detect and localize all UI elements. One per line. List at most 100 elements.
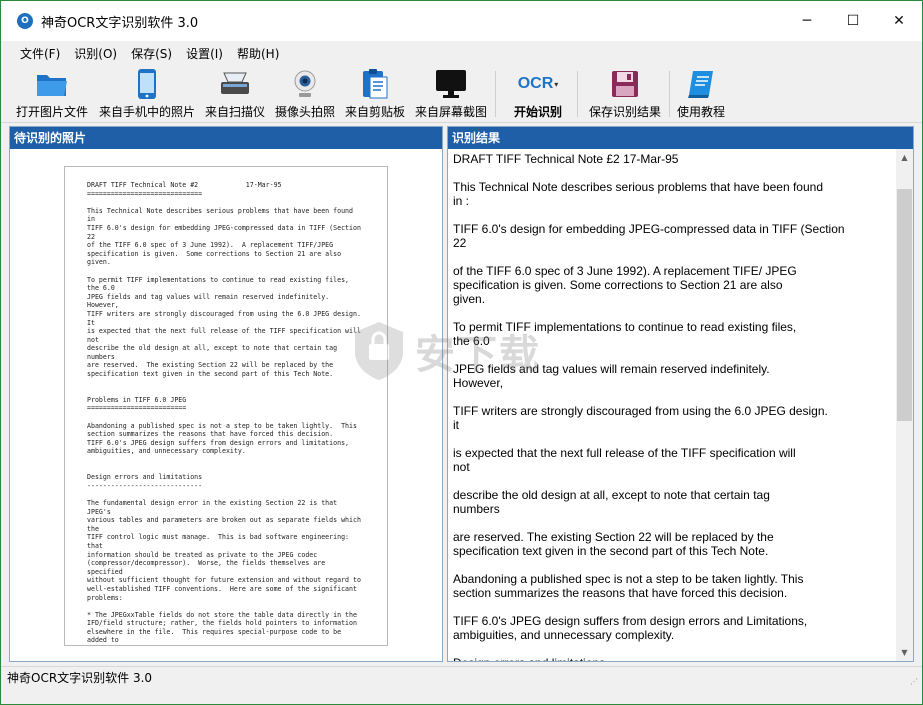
scan-text-line bbox=[87, 456, 367, 465]
scan-text-line: IFD/field structure; rather, the fields … bbox=[87, 619, 357, 628]
scan-text-line: given. bbox=[87, 258, 111, 267]
start-recognize-button[interactable]: OCR ▾ 开始识别 bbox=[507, 67, 569, 121]
result-text-area[interactable]: DRAFT TIFF Technical Note £2 17-Mar-95 T… bbox=[448, 149, 898, 661]
app-window: O 神奇OCR文字识别软件 3.0 ─ ☐ ✕ 文件(F) 识别(O) 保存(S… bbox=[0, 0, 923, 705]
menu-save[interactable]: 保存(S) bbox=[124, 45, 179, 62]
scan-text-line: *every* TIFF-manipulating application, w… bbox=[87, 645, 367, 646]
scan-text-line: ========================= bbox=[87, 404, 187, 413]
scroll-down-arrow-icon[interactable]: ▼ bbox=[896, 644, 913, 661]
scan-text-line: is expected that the next full release o… bbox=[87, 327, 361, 336]
scan-text-line: the bbox=[87, 524, 99, 533]
scroll-thumb[interactable] bbox=[897, 189, 912, 421]
result-text-line: Design errors and limitations bbox=[453, 656, 892, 661]
close-button[interactable]: ✕ bbox=[876, 1, 922, 41]
open-image-button[interactable]: 打开图片文件 bbox=[13, 67, 91, 121]
scan-text-line: However, bbox=[87, 301, 119, 310]
result-text-line: 22 bbox=[453, 236, 467, 250]
scan-text-line: TIFF writers are strongly discouraged fr… bbox=[87, 309, 361, 318]
tutorial-button[interactable]: 使用教程 bbox=[675, 67, 727, 121]
scan-text-line: Abandoning a published spec is not a ste… bbox=[87, 421, 357, 430]
menu-file[interactable]: 文件(F) bbox=[13, 45, 67, 62]
scan-text-line: JPEG fields and tag values will remain r… bbox=[87, 292, 330, 301]
result-text-line bbox=[453, 432, 892, 446]
result-text-line: is expected that the next full release o… bbox=[453, 446, 796, 460]
scan-text-line bbox=[87, 198, 367, 207]
source-panel-title: 待识别的照片 bbox=[10, 127, 442, 149]
save-result-button[interactable]: 保存识别结果 bbox=[587, 67, 663, 121]
scan-text-line: of the TIFF 6.0 spec of 3 June 1992). A … bbox=[87, 241, 334, 250]
result-text-line bbox=[453, 250, 892, 264]
scan-text-line: added to bbox=[87, 636, 119, 645]
scan-text-line: 22 bbox=[87, 232, 95, 241]
menu-recognize[interactable]: 识别(O) bbox=[67, 45, 124, 62]
result-text-line bbox=[453, 390, 892, 404]
scanner-button[interactable]: 来自扫描仪 bbox=[203, 67, 267, 121]
menu-bar: 文件(F) 识别(O) 保存(S) 设置(I) 帮助(H) bbox=[1, 41, 922, 65]
phone-photo-button[interactable]: 来自手机中的照片 bbox=[97, 67, 197, 121]
scan-text-line: ----------------------------- bbox=[87, 481, 203, 490]
resize-grip-icon[interactable]: ⋰ bbox=[910, 677, 918, 686]
status-bar: 神奇OCR文字识别软件 3.0 ⋰ bbox=[1, 666, 922, 688]
scan-text-line: This Technical Note describes serious pr… bbox=[87, 206, 353, 215]
monitor-icon bbox=[434, 67, 468, 101]
result-text-line: specification is given. Some corrections… bbox=[453, 278, 783, 292]
book-icon bbox=[684, 67, 718, 101]
tool-label: 开始识别 bbox=[513, 105, 562, 119]
save-icon bbox=[608, 67, 642, 101]
result-text-line bbox=[453, 474, 892, 488]
result-text-line: ambiguities, and unnecessary complexity. bbox=[453, 628, 675, 642]
ocr-icon: OCR ▾ bbox=[517, 75, 559, 92]
result-text-line: This Technical Note describes serious pr… bbox=[453, 180, 823, 194]
scan-text-line: not bbox=[87, 335, 99, 344]
tool-label: 来自剪贴板 bbox=[344, 105, 405, 119]
window-controls: ─ ☐ ✕ bbox=[784, 1, 922, 41]
minimize-button[interactable]: ─ bbox=[784, 1, 830, 41]
vertical-scrollbar[interactable]: ▲ ▼ bbox=[896, 149, 913, 661]
result-text-line: TIFF 6.0's design for embedding JPEG-com… bbox=[453, 222, 845, 236]
webcam-button[interactable]: 摄像头拍照 bbox=[273, 67, 337, 121]
scan-text-line: specification is given. Some corrections… bbox=[87, 249, 342, 258]
result-text-line: numbers bbox=[453, 502, 500, 516]
tool-label: 使用教程 bbox=[676, 105, 725, 119]
result-text-line: DRAFT TIFF Technical Note £2 17-Mar-95 bbox=[453, 152, 679, 166]
scan-text-line: that bbox=[87, 541, 103, 550]
scan-text-line: It bbox=[87, 318, 95, 327]
scan-text-line: section summarizes the reasons that have… bbox=[87, 430, 334, 439]
scanner-icon bbox=[218, 67, 252, 101]
scan-text-line: describe the old design at all, except t… bbox=[87, 344, 338, 353]
result-text-line bbox=[453, 642, 892, 656]
toolbar-separator bbox=[495, 71, 496, 117]
app-logo-icon: O bbox=[17, 13, 33, 29]
scan-text-line: Design errors and limitations bbox=[87, 473, 203, 482]
result-text-line: TIFF writers are strongly discouraged fr… bbox=[453, 404, 828, 418]
result-text-line: it bbox=[453, 418, 459, 432]
screenshot-button[interactable]: 来自屏幕截图 bbox=[413, 67, 489, 121]
scan-text-line: various tables and parameters are broken… bbox=[87, 516, 361, 525]
scroll-up-arrow-icon[interactable]: ▲ bbox=[896, 149, 913, 166]
result-text-line: given. bbox=[453, 292, 486, 306]
scan-text-line: To permit TIFF implementations to contin… bbox=[87, 275, 350, 284]
scan-text-line: (compressor/decompressor). Worse, the fi… bbox=[87, 559, 326, 568]
scan-text-line: TIFF control logic must manage. This is … bbox=[87, 533, 350, 542]
clipboard-button[interactable]: 来自剪贴板 bbox=[343, 67, 407, 121]
result-text-line: describe the old design at all, except t… bbox=[453, 488, 770, 502]
source-image-panel: 待识别的照片 DRAFT TIFF Technical Note #2 17-M… bbox=[9, 126, 443, 662]
menu-help[interactable]: 帮助(H) bbox=[230, 45, 286, 62]
scan-text-line: The fundamental design error in the exis… bbox=[87, 498, 338, 507]
result-text-line: section summarizes the reasons that have… bbox=[453, 586, 788, 600]
result-text-line bbox=[453, 600, 892, 614]
menu-settings[interactable]: 设置(I) bbox=[179, 45, 230, 62]
scan-text-line bbox=[87, 267, 367, 276]
tool-label: 来自扫描仪 bbox=[204, 105, 265, 119]
toolbar-separator bbox=[669, 71, 670, 117]
scan-text-line: without sufficient thought for future ex… bbox=[87, 576, 361, 585]
tool-label: 来自屏幕截图 bbox=[414, 105, 487, 119]
maximize-button[interactable]: ☐ bbox=[830, 1, 876, 41]
scan-text-line: Problems in TIFF 6.0 JPEG bbox=[87, 395, 187, 404]
result-text-line bbox=[453, 166, 892, 180]
result-panel-title: 识别结果 bbox=[448, 127, 913, 149]
result-text-line: specification text given in the second p… bbox=[453, 544, 769, 558]
scan-text-line: the 6.0 bbox=[87, 284, 115, 293]
toolbar: 打开图片文件 来自手机中的照片 来自扫描仪 摄像头拍照 来自剪贴板 来自屏幕截图… bbox=[1, 65, 922, 123]
title-bar[interactable]: O 神奇OCR文字识别软件 3.0 ─ ☐ ✕ bbox=[1, 1, 922, 41]
